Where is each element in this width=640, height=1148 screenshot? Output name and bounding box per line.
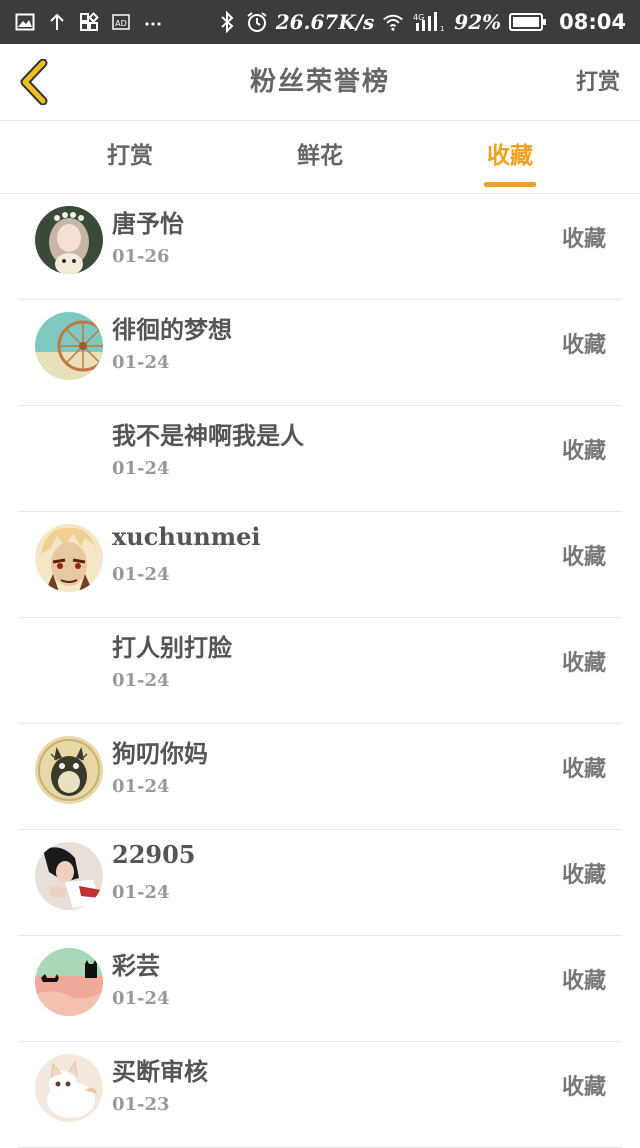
user-name: 徘徊的梦想 (112, 315, 232, 344)
type-label: 收藏 (561, 862, 606, 888)
date-label: 01-24 (112, 882, 170, 903)
date-label: 01-24 (112, 564, 170, 585)
wifi-icon (382, 11, 404, 33)
battery-icon (509, 11, 547, 33)
svg-text:1: 1 (440, 25, 444, 33)
avatar (35, 1054, 103, 1122)
avatar (35, 842, 103, 910)
more-icon (142, 11, 164, 33)
status-bar: AD 26.67K/s 4G 1 92% 08:04 (0, 0, 640, 44)
svg-text:AD: AD (115, 19, 127, 28)
ferris-wheel-avatar-icon (35, 312, 103, 380)
list-item[interactable]: 买断审核 01-23 收藏 (18, 1042, 622, 1148)
user-name: 买断审核 (112, 1057, 208, 1086)
girl-with-flower-crown-avatar-icon (35, 206, 103, 274)
tab-reward[interactable]: 打赏 (70, 121, 190, 193)
battery-percent: 92% (454, 10, 502, 34)
apps-icon (78, 11, 100, 33)
avatar (35, 206, 103, 274)
status-bar-right: 26.67K/s 4G 1 92% 08:04 (216, 10, 640, 34)
avatar (35, 524, 103, 592)
user-name: 打人别打脸 (112, 633, 232, 662)
user-name: 22905 (112, 840, 196, 869)
status-bar-left: AD (0, 11, 164, 33)
tab-bar: 打赏 鲜花 收藏 (0, 121, 640, 194)
active-tab-indicator (484, 182, 536, 187)
kitten-avatar-icon (35, 1054, 103, 1122)
date-label: 01-24 (112, 988, 170, 1009)
date-label: 01-23 (112, 1094, 170, 1115)
list-item[interactable]: 彩芸 01-24 收藏 (18, 936, 622, 1042)
fan-list: 唐予怡 01-26 收藏 徘徊的梦想 01-24 收藏 我不是神啊我是人 01-… (0, 194, 640, 1148)
user-name: 我不是神啊我是人 (112, 421, 304, 450)
upload-icon (46, 11, 68, 33)
date-label: 01-24 (112, 670, 170, 691)
list-item[interactable]: xuchunmei 01-24 收藏 (18, 512, 622, 618)
bluetooth-icon (216, 11, 238, 33)
totoro-avatar-icon (35, 736, 103, 804)
user-name: 彩芸 (112, 951, 160, 980)
list-item[interactable]: 狗叨你妈 01-24 收藏 (18, 724, 622, 830)
avatar (35, 948, 103, 1016)
type-label: 收藏 (561, 332, 606, 358)
list-item[interactable]: 22905 01-24 收藏 (18, 830, 622, 936)
type-label: 收藏 (561, 650, 606, 676)
list-item[interactable]: 我不是神啊我是人 01-24 收藏 (18, 406, 622, 512)
type-label: 收藏 (561, 968, 606, 994)
user-name: 狗叨你妈 (112, 739, 208, 768)
reward-header-button[interactable]: 打赏 (576, 44, 620, 120)
list-item[interactable]: 打人别打脸 01-24 收藏 (18, 618, 622, 724)
type-label: 收藏 (561, 226, 606, 252)
date-label: 01-24 (112, 352, 170, 373)
anime-character-avatar-icon (35, 524, 103, 592)
type-label: 收藏 (561, 544, 606, 570)
type-label: 收藏 (561, 1074, 606, 1100)
cats-scenery-avatar-icon (35, 948, 103, 1016)
ad-icon: AD (110, 11, 132, 33)
avatar (35, 736, 103, 804)
date-label: 01-24 (112, 776, 170, 797)
header-bar: 粉丝荣誉榜 打赏 (0, 44, 640, 121)
date-label: 01-26 (112, 246, 170, 267)
girl-photo-avatar-icon (35, 842, 103, 910)
list-item[interactable]: 唐予怡 01-26 收藏 (18, 194, 622, 300)
network-speed: 26.67K/s (275, 10, 375, 34)
signal-icon: 4G 1 (412, 11, 446, 33)
type-label: 收藏 (561, 438, 606, 464)
tab-flowers[interactable]: 鲜花 (260, 121, 380, 193)
page-title: 粉丝荣誉榜 (249, 67, 390, 97)
clock-time: 08:04 (559, 10, 626, 34)
avatar (35, 312, 103, 380)
type-label: 收藏 (561, 756, 606, 782)
user-name: 唐予怡 (112, 209, 184, 238)
list-item[interactable]: 徘徊的梦想 01-24 收藏 (18, 300, 622, 406)
image-icon (14, 11, 36, 33)
alarm-icon (246, 11, 268, 33)
user-name: xuchunmei (112, 522, 261, 551)
date-label: 01-24 (112, 458, 170, 479)
